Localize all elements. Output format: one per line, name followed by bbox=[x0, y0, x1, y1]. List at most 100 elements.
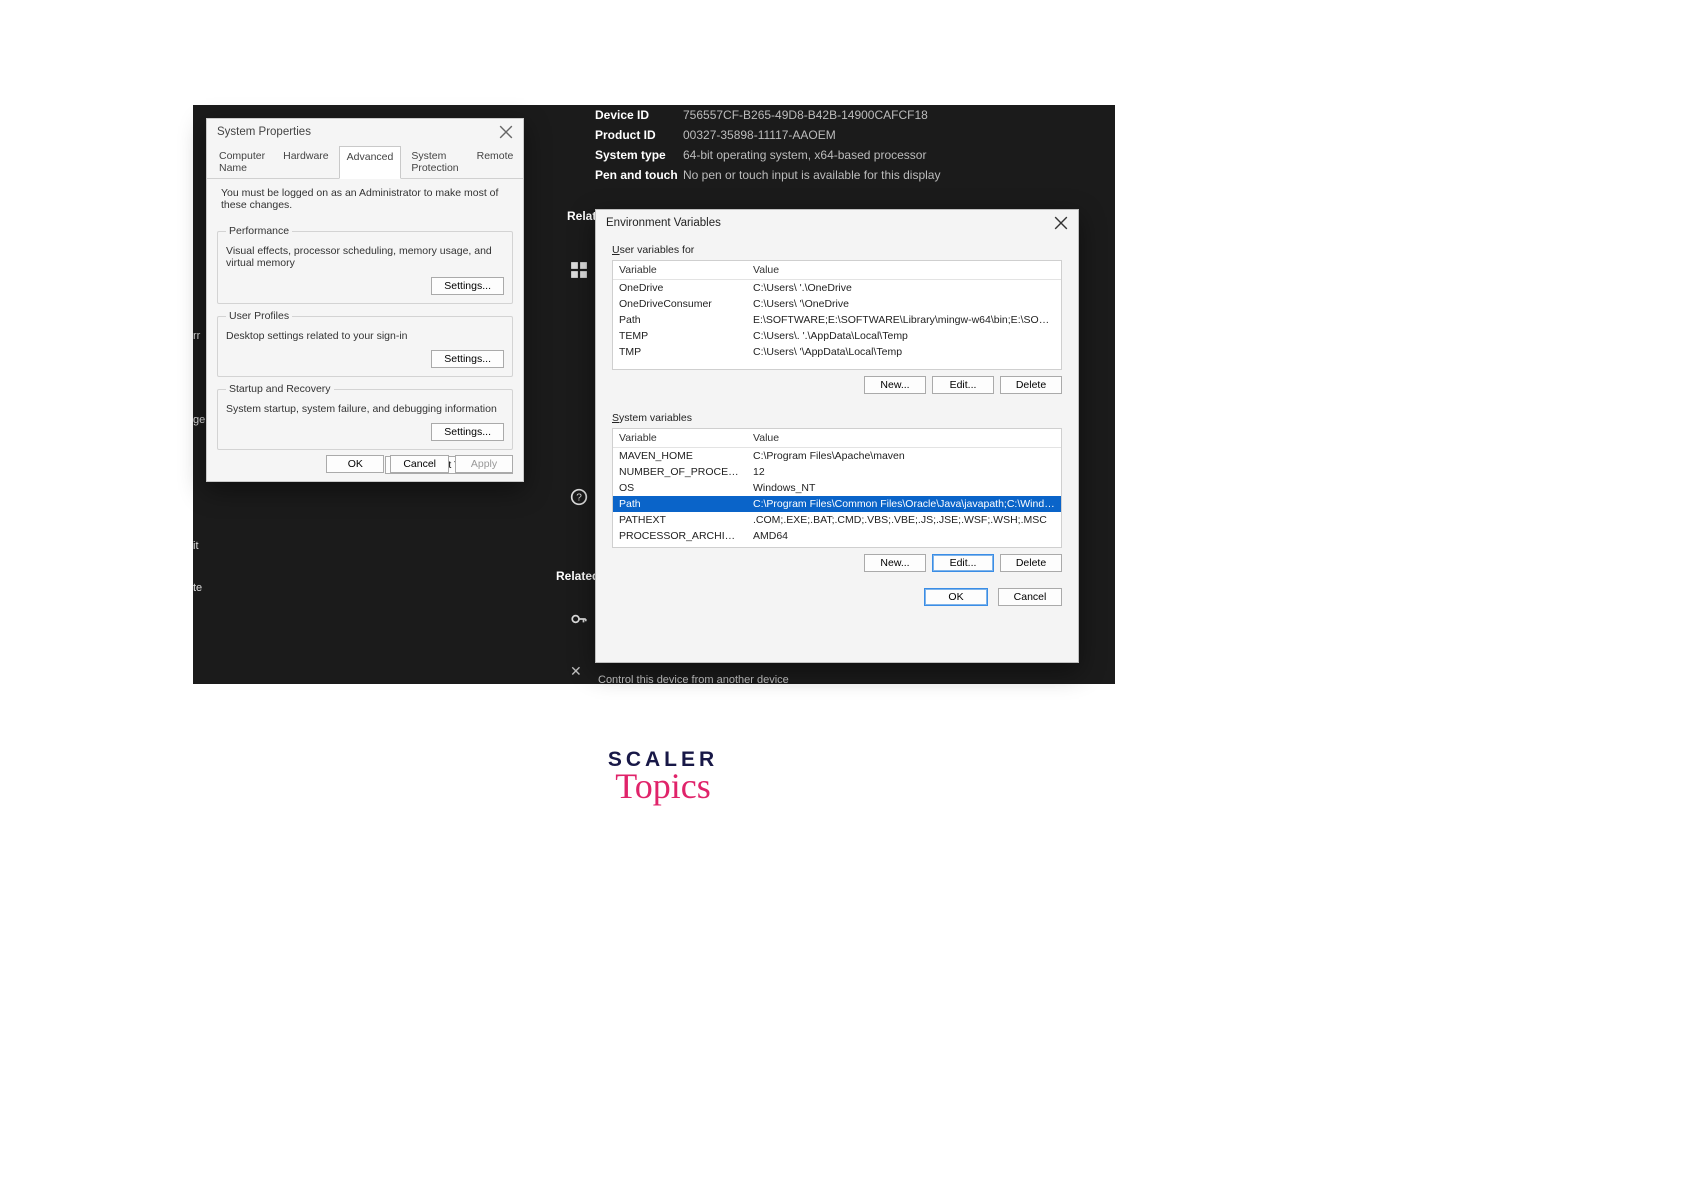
scaler-topics-logo: SCALER Topics bbox=[598, 748, 728, 802]
settings-background: Device ID756557CF-B265-49D8-B42B-14900CA… bbox=[193, 105, 1115, 684]
system-variables-table[interactable]: Variable Value MAVEN_HOMEC:\Program File… bbox=[612, 428, 1062, 548]
table-row[interactable]: PathC:\Program Files\Common Files\Oracle… bbox=[613, 496, 1061, 512]
var-name: MAVEN_HOME bbox=[613, 449, 747, 463]
info-label: Device ID bbox=[595, 108, 683, 122]
admin-note: You must be logged on as an Administrato… bbox=[207, 179, 523, 219]
var-value: C:\Program Files\Common Files\Oracle\Jav… bbox=[747, 497, 1061, 511]
col-value[interactable]: Value bbox=[747, 429, 785, 447]
remote-control-text: Control this device from another device bbox=[598, 674, 789, 686]
var-name: Path bbox=[613, 497, 747, 511]
svg-text:?: ? bbox=[576, 492, 582, 503]
var-name: Path bbox=[613, 313, 747, 327]
info-label: Product ID bbox=[595, 128, 683, 142]
var-name: OneDrive bbox=[613, 281, 747, 295]
tab-advanced[interactable]: Advanced bbox=[339, 146, 402, 179]
tabs: Computer Name Hardware Advanced System P… bbox=[207, 145, 523, 179]
startup-settings-button[interactable]: Settings... bbox=[431, 423, 504, 441]
var-name: PROCESSOR_ARCHITECTURE bbox=[613, 529, 747, 543]
table-row[interactable]: NUMBER_OF_PROCESSORS12 bbox=[613, 464, 1061, 480]
info-value: No pen or touch input is available for t… bbox=[683, 168, 940, 182]
related-heading: Related bbox=[556, 569, 599, 583]
close-icon[interactable] bbox=[1054, 216, 1068, 230]
cancel-button[interactable]: Cancel bbox=[390, 455, 449, 473]
user-variables-table[interactable]: Variable Value OneDriveC:\Users\ '.\OneD… bbox=[612, 260, 1062, 370]
var-value: C:\Users\ '.\OneDrive bbox=[747, 281, 1061, 295]
info-label: System type bbox=[595, 148, 683, 162]
user-new-button[interactable]: New... bbox=[864, 376, 926, 394]
table-row[interactable]: PATHEXT.COM;.EXE;.BAT;.CMD;.VBS;.VBE;.JS… bbox=[613, 512, 1061, 528]
var-value: Intel64 Family 6 Model 158 Stepping 10, … bbox=[747, 545, 1061, 548]
var-value: 12 bbox=[747, 465, 1061, 479]
info-label: Pen and touch bbox=[595, 168, 683, 182]
key-icon[interactable] bbox=[570, 610, 588, 628]
var-value: Windows_NT bbox=[747, 481, 1061, 495]
cropped-sidebar-text: rrgeitte bbox=[193, 315, 205, 609]
info-value: 64-bit operating system, x64-based proce… bbox=[683, 148, 926, 162]
logo-line2: Topics bbox=[598, 770, 728, 802]
var-name: TEMP bbox=[613, 329, 747, 343]
var-value: E:\SOFTWARE;E:\SOFTWARE\Library\mingw-w6… bbox=[747, 313, 1061, 327]
system-properties-dialog: System Properties Computer Name Hardware… bbox=[206, 118, 524, 482]
var-value: .COM;.EXE;.BAT;.CMD;.VBS;.VBE;.JS;.JSE;.… bbox=[747, 513, 1061, 527]
var-name: OS bbox=[613, 481, 747, 495]
tab-remote[interactable]: Remote bbox=[469, 145, 522, 178]
dialog-title: System Properties bbox=[217, 126, 311, 138]
var-name: OneDriveConsumer bbox=[613, 297, 747, 311]
device-specs: Device ID756557CF-B265-49D8-B42B-14900CA… bbox=[595, 105, 1115, 185]
startup-legend: Startup and Recovery bbox=[226, 383, 334, 395]
table-row[interactable]: PROCESSOR_ARCHITECTUREAMD64 bbox=[613, 528, 1061, 544]
col-variable[interactable]: Variable bbox=[613, 429, 747, 447]
table-row[interactable]: OSWindows_NT bbox=[613, 480, 1061, 496]
profiles-settings-button[interactable]: Settings... bbox=[431, 350, 504, 368]
sys-edit-button[interactable]: Edit... bbox=[932, 554, 994, 572]
startup-group: Startup and Recovery System startup, sys… bbox=[217, 383, 513, 450]
close-icon[interactable] bbox=[499, 125, 513, 139]
var-name: PATHEXT bbox=[613, 513, 747, 527]
dialog-title: Environment Variables bbox=[606, 217, 721, 229]
sys-delete-button[interactable]: Delete bbox=[1000, 554, 1062, 572]
var-name: PROCESSOR_IDENTIFIER bbox=[613, 545, 747, 548]
var-name: NUMBER_OF_PROCESSORS bbox=[613, 465, 747, 479]
user-profiles-group: User Profiles Desktop settings related t… bbox=[217, 310, 513, 377]
var-name: TMP bbox=[613, 345, 747, 359]
ok-button[interactable]: OK bbox=[326, 455, 384, 473]
sys-new-button[interactable]: New... bbox=[864, 554, 926, 572]
tab-computer-name[interactable]: Computer Name bbox=[211, 145, 273, 178]
profiles-legend: User Profiles bbox=[226, 310, 292, 322]
performance-legend: Performance bbox=[226, 225, 292, 237]
cancel-button[interactable]: Cancel bbox=[998, 588, 1062, 606]
grid-icon[interactable] bbox=[570, 261, 588, 279]
apply-button[interactable]: Apply bbox=[455, 455, 513, 473]
performance-settings-button[interactable]: Settings... bbox=[431, 277, 504, 295]
table-row[interactable]: PathE:\SOFTWARE;E:\SOFTWARE\Library\ming… bbox=[613, 312, 1061, 328]
help-icon[interactable]: ? bbox=[570, 488, 588, 506]
startup-desc: System startup, system failure, and debu… bbox=[226, 403, 504, 415]
table-row[interactable]: MAVEN_HOMEC:\Program Files\Apache\maven bbox=[613, 448, 1061, 464]
var-value: AMD64 bbox=[747, 529, 1061, 543]
info-value: 00327-35898-11117-AAOEM bbox=[683, 128, 836, 142]
col-variable[interactable]: Variable bbox=[613, 261, 747, 279]
user-edit-button[interactable]: Edit... bbox=[932, 376, 994, 394]
table-row[interactable]: OneDriveConsumerC:\Users\ '\OneDrive bbox=[613, 296, 1061, 312]
user-delete-button[interactable]: Delete bbox=[1000, 376, 1062, 394]
table-row[interactable]: PROCESSOR_IDENTIFIERIntel64 Family 6 Mod… bbox=[613, 544, 1061, 548]
performance-group: Performance Visual effects, processor sc… bbox=[217, 225, 513, 304]
tab-protection[interactable]: System Protection bbox=[403, 145, 466, 178]
ok-button[interactable]: OK bbox=[924, 588, 988, 606]
var-value: C:\Users\. '.\AppData\Local\Temp bbox=[747, 329, 1061, 343]
table-row[interactable]: TMPC:\Users\ '\AppData\Local\Temp bbox=[613, 344, 1061, 360]
var-value: C:\Program Files\Apache\maven bbox=[747, 449, 1061, 463]
profiles-desc: Desktop settings related to your sign-in bbox=[226, 330, 504, 342]
tab-hardware[interactable]: Hardware bbox=[275, 145, 337, 178]
table-row[interactable]: OneDriveC:\Users\ '.\OneDrive bbox=[613, 280, 1061, 296]
environment-variables-dialog: Environment Variables UUser variables fo… bbox=[595, 209, 1079, 663]
info-value: 756557CF-B265-49D8-B42B-14900CAFCF18 bbox=[683, 108, 928, 122]
var-value: C:\Users\ '\AppData\Local\Temp bbox=[747, 345, 1061, 359]
sync-icon[interactable]: ✕ bbox=[570, 663, 588, 681]
user-vars-label: UUser variables forser variables for bbox=[596, 236, 1078, 258]
var-value: C:\Users\ '\OneDrive bbox=[747, 297, 1061, 311]
table-row[interactable]: TEMPC:\Users\. '.\AppData\Local\Temp bbox=[613, 328, 1061, 344]
col-value[interactable]: Value bbox=[747, 261, 785, 279]
system-vars-label: System variables bbox=[596, 404, 1078, 426]
performance-desc: Visual effects, processor scheduling, me… bbox=[226, 245, 504, 269]
